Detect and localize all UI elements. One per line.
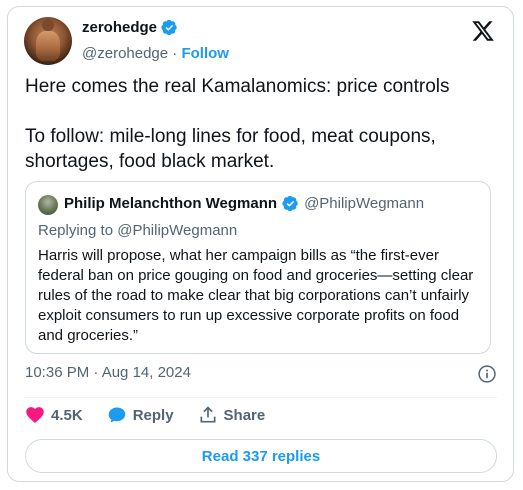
heart-icon (26, 407, 44, 423)
info-icon[interactable] (477, 364, 497, 384)
handle-separator: · (172, 45, 178, 62)
reply-label: Reply (132, 406, 174, 424)
avatar-head-shape (42, 19, 54, 31)
quoted-author-row: Philip Melanchthon Wegmann @PhilipWegman… (64, 195, 424, 212)
verified-badge-icon (161, 19, 177, 36)
like-button[interactable]: 4.5K (25, 405, 83, 425)
author-handle-row: @zerohedge · Follow (82, 45, 229, 62)
avatar-torso-shape (36, 31, 60, 61)
share-icon (200, 406, 216, 423)
quoted-author-name: Philip Melanchthon Wegmann (64, 195, 278, 212)
share-button[interactable]: Share (198, 405, 266, 425)
share-label: Share (223, 406, 266, 424)
tweet-text-line2: To follow: mile-long lines for food, mea… (25, 126, 436, 172)
quoted-author-avatar (38, 195, 58, 215)
tweet-text-line1: Here comes the real Kamalanomics: price … (25, 76, 450, 97)
author-handle[interactable]: @zerohedge (82, 45, 168, 62)
quoted-tweet[interactable]: Philip Melanchthon Wegmann @PhilipWegman… (25, 181, 491, 354)
tweet-text: Here comes the real Kamalanomics: price … (25, 74, 495, 174)
like-count: 4.5K (51, 406, 83, 424)
action-divider (25, 397, 497, 398)
follow-button[interactable]: Follow (181, 45, 229, 62)
author-display-name[interactable]: zerohedge (82, 19, 157, 36)
quoted-replying-to: Replying to @PhilipWegmann (38, 222, 238, 239)
author-avatar[interactable] (24, 17, 72, 65)
reply-bubble-icon (108, 407, 126, 423)
read-replies-button[interactable]: Read 337 replies (25, 439, 497, 473)
verified-badge-icon (282, 195, 298, 212)
quoted-tweet-text: Harris will propose, what her campaign b… (38, 247, 474, 344)
tweet-timestamp[interactable]: 10:36 PM · Aug 14, 2024 (25, 364, 191, 381)
author-name-row: zerohedge (82, 19, 178, 36)
action-bar: 4.5K Reply Share (25, 405, 289, 425)
reply-button[interactable]: Reply (107, 405, 174, 425)
quoted-author-handle: @PhilipWegmann (304, 195, 425, 212)
x-logo-icon[interactable] (471, 19, 495, 43)
tweet-card: zerohedge @zerohedge · Follow Here comes… (7, 6, 514, 482)
